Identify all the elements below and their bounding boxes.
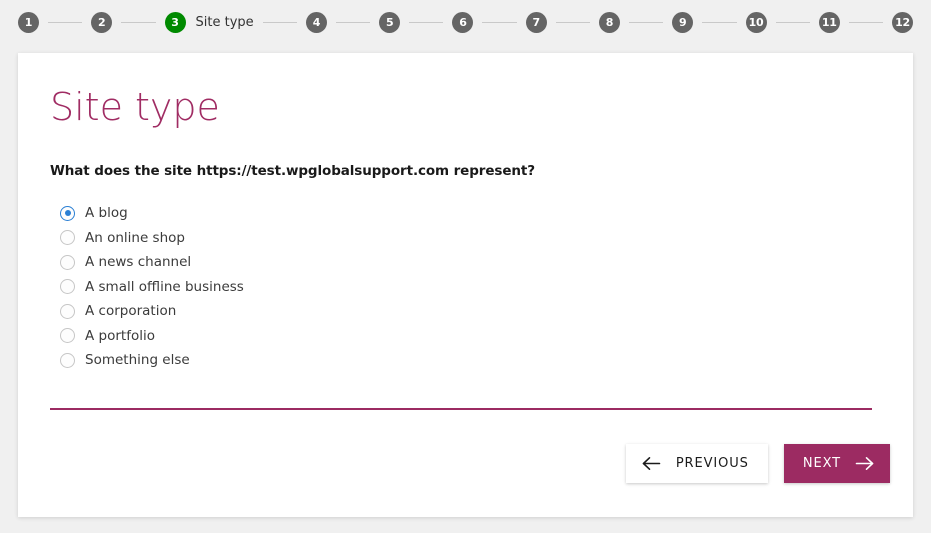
stepper-item-4[interactable]: 4 — [305, 12, 327, 33]
radio-button-icon[interactable] — [60, 303, 75, 319]
step-number-badge: 5 — [379, 12, 401, 33]
step-number-badge: 9 — [672, 12, 694, 33]
step-connector — [555, 22, 590, 23]
page-title: Site type — [50, 85, 220, 129]
radio-option-label: A portfolio — [85, 327, 155, 344]
step-connector — [262, 22, 297, 23]
radio-option-label: A news channel — [85, 254, 192, 271]
wizard-actions: PREVIOUS NEXT — [625, 444, 890, 483]
radio-button-icon[interactable] — [60, 279, 75, 295]
stepper-item-8[interactable]: 8 — [599, 12, 620, 33]
arrow-right-icon — [855, 456, 874, 471]
stepper-item-10[interactable]: 10 — [745, 12, 767, 33]
wizard-stepper: 1 2 3 Site type 4 5 6 7 8 9 10 11 12 — [0, 0, 931, 45]
stepper-item-7[interactable]: 7 — [525, 12, 547, 33]
radio-button-icon[interactable] — [60, 352, 75, 368]
radio-option-label: A small offline business — [85, 278, 244, 295]
arrow-left-icon — [642, 456, 661, 471]
radio-button-icon[interactable] — [60, 328, 75, 344]
step-number-badge: 8 — [599, 12, 620, 33]
card-content: Site type What does the site https://tes… — [18, 53, 913, 372]
radio-option[interactable]: A news channel — [60, 250, 873, 275]
radio-option[interactable]: Something else — [60, 348, 873, 373]
step-connector — [702, 22, 737, 23]
radio-option[interactable]: A small offline business — [60, 274, 873, 299]
step-label: Site type — [195, 15, 254, 30]
site-type-radio-group[interactable]: A blog An online shop A news channel A smal… — [60, 201, 873, 373]
radio-option-label: A blog — [85, 205, 128, 222]
step-number-badge: 4 — [305, 12, 327, 33]
step-connector — [482, 22, 517, 23]
step-connector — [409, 22, 444, 23]
radio-option-label: A corporation — [85, 303, 177, 320]
previous-button[interactable]: PREVIOUS — [625, 444, 768, 483]
radio-button-icon[interactable] — [60, 254, 75, 270]
stepper-item-1[interactable]: 1 — [18, 12, 39, 33]
step-connector — [629, 22, 664, 23]
step-connector — [848, 22, 884, 23]
previous-button-label: PREVIOUS — [675, 456, 749, 471]
section-divider — [50, 408, 872, 410]
stepper-item-12[interactable]: 12 — [892, 12, 914, 33]
question-text: What does the site https://test.wpglobal… — [50, 162, 536, 179]
step-number-badge: 12 — [892, 12, 914, 33]
stepper-item-6[interactable]: 6 — [452, 12, 474, 33]
stepper-item-11[interactable]: 11 — [818, 12, 840, 33]
step-number-badge: 3 — [164, 12, 186, 33]
step-number-badge: 6 — [452, 12, 474, 33]
wizard-card: Site type What does the site https://tes… — [18, 53, 913, 517]
radio-option[interactable]: A portfolio — [60, 323, 873, 348]
next-button[interactable]: NEXT — [783, 444, 890, 483]
radio-button-icon[interactable] — [60, 230, 75, 246]
radio-option-label: Something else — [85, 352, 190, 369]
stepper-item-3[interactable]: 3 Site type — [164, 12, 254, 33]
step-connector — [775, 22, 810, 23]
step-connector — [121, 22, 156, 23]
radio-option[interactable]: A corporation — [60, 299, 873, 324]
step-number-badge: 10 — [745, 12, 767, 33]
step-number-badge: 2 — [91, 12, 113, 33]
step-number-badge: 11 — [818, 12, 840, 33]
stepper-item-9[interactable]: 9 — [672, 12, 694, 33]
step-connector — [335, 22, 371, 23]
stepper-item-5[interactable]: 5 — [379, 12, 401, 33]
step-number-badge: 1 — [18, 12, 39, 33]
next-button-label: NEXT — [802, 456, 841, 471]
step-connector — [48, 22, 83, 23]
radio-option-label: An online shop — [85, 229, 185, 246]
step-number-badge: 7 — [525, 12, 547, 33]
stepper-item-2[interactable]: 2 — [91, 12, 113, 33]
radio-option[interactable]: A blog — [60, 201, 873, 226]
radio-option[interactable]: An online shop — [60, 225, 873, 250]
radio-button-icon[interactable] — [60, 205, 75, 221]
